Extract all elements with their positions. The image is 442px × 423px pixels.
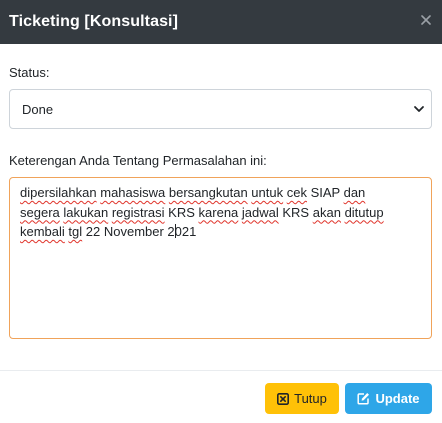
update-button-label: Update (375, 391, 420, 406)
textarea-text: KRS (164, 204, 199, 220)
close-icon[interactable] (418, 12, 434, 28)
spellcheck-word: cek (286, 185, 307, 200)
spellcheck-word: registrasi (111, 204, 165, 220)
tutup-button-label: Tutup (294, 391, 327, 406)
spellcheck-word: ditutup (344, 204, 384, 220)
spellcheck-word: dan (343, 185, 366, 200)
textarea-line: kembali tgl 22 November 2021 (20, 222, 421, 242)
close-square-icon (277, 392, 290, 405)
status-select[interactable]: Done (9, 89, 432, 129)
textarea-line: segera lakukan registrasi KRS karena jad… (20, 203, 421, 223)
description-label: Keterengan Anda Tentang Permasalahan ini… (9, 153, 267, 168)
modal-title: Ticketing [Konsultasi] (9, 13, 179, 30)
modal-body: Status: Done Keterengan Anda Tentang Per… (0, 44, 442, 370)
chevron-down-icon (413, 103, 425, 115)
spellcheck-word: untuk (251, 185, 284, 200)
edit-icon (357, 392, 370, 405)
status-select-value: Done (22, 101, 54, 117)
spellcheck-word: dipersilahkan (20, 185, 97, 200)
textarea-text: SIAP (306, 185, 344, 200)
spellcheck-word: akan (312, 204, 341, 220)
description-textarea[interactable]: dipersilahkan mahasiswa bersangkutan unt… (9, 177, 432, 339)
textarea-text: 22 November 2 (82, 224, 175, 239)
spellcheck-word: kembali (20, 224, 65, 239)
spellcheck-word: mahasiswa (100, 185, 166, 200)
spellcheck-word: karena (198, 204, 239, 220)
spellcheck-word: lakukan (63, 204, 109, 220)
footer-divider (0, 370, 442, 371)
spellcheck-word: jadwal (241, 204, 279, 220)
update-button[interactable]: Update (345, 383, 432, 414)
textarea-text: 021 (174, 224, 197, 239)
spellcheck-word: bersangkutan (168, 185, 248, 200)
spellcheck-word: tgl (68, 224, 83, 239)
status-label: Status: (9, 65, 50, 80)
tutup-button[interactable]: Tutup (265, 383, 339, 414)
textarea-text: KRS (278, 204, 313, 220)
spellcheck-word: segera (20, 204, 60, 220)
textarea-line: dipersilahkan mahasiswa bersangkutan unt… (20, 183, 421, 203)
modal-header: Ticketing [Konsultasi] (0, 0, 442, 44)
